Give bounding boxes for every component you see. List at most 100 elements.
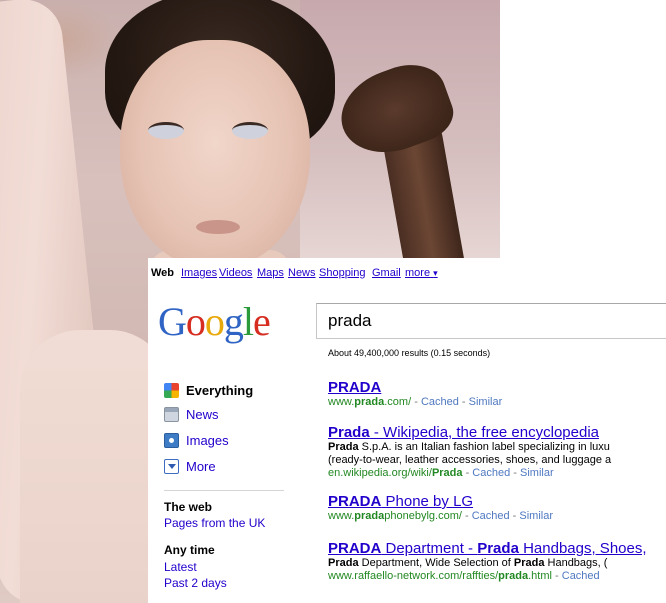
sidebar-item-news[interactable]: News: [164, 404, 219, 424]
sidebar-item-images[interactable]: Images: [164, 430, 229, 450]
more-dropdown-icon: [164, 458, 179, 474]
result-url-row: en.wikipedia.org/wiki/Prada - Cached - S…: [328, 467, 611, 479]
logo-letter: g: [223, 299, 244, 344]
result-snippet: Prada S.p.A. is an Italian fashion label…: [328, 441, 611, 454]
everything-icon: [164, 382, 179, 398]
url-bold: prada: [354, 510, 385, 522]
snippet-rest: S.p.A. is an Italian fashion label speci…: [358, 441, 610, 453]
sidebar-item-label: Images: [186, 432, 229, 448]
result-snippet: Prada Department, Wide Selection of Prad…: [328, 557, 647, 570]
result-url: www.prada.com/: [328, 396, 411, 408]
images-icon: [164, 432, 179, 448]
result-title-bold: PRADA: [328, 540, 382, 557]
url-pre: www.: [328, 510, 355, 522]
photo-eye-left: [148, 122, 184, 139]
result-title-link[interactable]: PRADA Department - Prada Handbags, Shoes…: [328, 540, 647, 557]
result-title-rest: - Wikipedia, the free encyclopedia: [369, 424, 599, 441]
topbar-videos[interactable]: Videos: [219, 267, 252, 279]
url-separator: -: [462, 467, 473, 479]
snippet-rest2: Handbags, (: [544, 557, 608, 569]
sidebar-item-everything[interactable]: Everything: [164, 380, 253, 400]
logo-letter: e: [253, 299, 271, 344]
logo-letter: o: [185, 299, 206, 344]
result-item: Prada - Wikipedia, the free encyclopedia…: [328, 424, 611, 479]
time-filter-past-2-days[interactable]: Past 2 days: [164, 576, 227, 590]
web-heading: The web: [164, 500, 213, 514]
similar-link[interactable]: Similar: [519, 510, 553, 522]
result-url: en.wikipedia.org/wiki/Prada: [328, 467, 463, 479]
cached-link[interactable]: Cached: [472, 467, 510, 479]
logo-letter: o: [204, 299, 225, 344]
result-title-link[interactable]: Prada - Wikipedia, the free encyclopedia: [328, 424, 611, 441]
url-separator: -: [461, 510, 472, 522]
url-post: phonebylg.com/: [384, 510, 462, 522]
topbar-gmail[interactable]: Gmail: [372, 267, 401, 279]
snippet-rest: Department, Wide Selection of: [358, 557, 514, 569]
logo-letter: G: [158, 299, 187, 344]
snippet-bold2: Prada: [513, 557, 545, 569]
snippet-bold: Prada: [328, 441, 359, 453]
url-pre: en.wikipedia.org/wiki/: [328, 467, 432, 479]
sidebar-item-label: Everything: [186, 382, 254, 398]
time-heading: Any time: [164, 543, 215, 557]
topbar-web[interactable]: Web: [151, 267, 174, 279]
pages-from-uk-link[interactable]: Pages from the UK: [164, 516, 265, 530]
google-logo[interactable]: Google: [158, 298, 271, 345]
result-title-link[interactable]: PRADA: [328, 379, 502, 396]
url-separator: -: [411, 396, 421, 408]
photo-face: [120, 40, 310, 270]
search-input[interactable]: [326, 310, 660, 332]
time-filter-latest[interactable]: Latest: [164, 560, 197, 574]
result-title-bold: PRADA: [328, 493, 382, 510]
sidebar-item-label: News: [186, 406, 219, 422]
google-results-panel: Web Images Videos Maps News Shopping Gma…: [148, 258, 666, 603]
topbar-more[interactable]: more ▾: [405, 267, 438, 279]
result-snippet-line2: (ready-to-wear, leather accessories, sho…: [328, 454, 612, 466]
url-pre: www.raffaello-network.com/raffties/: [328, 570, 499, 582]
result-title-bold2: Prada: [477, 540, 519, 557]
photo-mouth: [196, 220, 240, 234]
result-stats: About 49,400,000 results (0.15 seconds): [328, 348, 491, 358]
result-title-bold: Prada: [328, 424, 370, 441]
sidebar-item-more[interactable]: More: [164, 456, 216, 476]
url-bold: prada: [354, 396, 385, 408]
result-url-row: www.raffaello-network.com/raffties/prada…: [328, 570, 647, 582]
topbar-shopping[interactable]: Shopping: [319, 267, 366, 279]
url-pre: www.: [328, 396, 355, 408]
topbar-more-label: more: [405, 267, 431, 279]
url-separator: -: [510, 467, 520, 479]
result-item: PRADA Department - Prada Handbags, Shoes…: [328, 540, 647, 582]
topbar-images[interactable]: Images: [181, 267, 217, 279]
sidebar-item-label: More: [186, 458, 216, 474]
snippet-bold: Prada: [328, 557, 359, 569]
result-item: PRADA www.prada.com/ - Cached - Similar: [328, 379, 502, 408]
url-post: .com/: [384, 396, 412, 408]
result-url-row: www.pradaphonebylg.com/ - Cached - Simil…: [328, 510, 553, 522]
topbar-maps[interactable]: Maps: [257, 267, 284, 279]
similar-link[interactable]: Similar: [469, 396, 503, 408]
result-title-link[interactable]: PRADA Phone by LG: [328, 493, 553, 510]
url-bold: Prada: [431, 467, 463, 479]
search-box[interactable]: [316, 303, 666, 339]
result-item: PRADA Phone by LG www.pradaphonebylg.com…: [328, 493, 553, 522]
url-post: .html: [528, 570, 552, 582]
cached-link[interactable]: Cached: [562, 570, 600, 582]
photo-eye-right: [232, 122, 268, 139]
cached-link[interactable]: Cached: [472, 510, 510, 522]
result-title-mid: Department -: [381, 540, 478, 557]
top-nav-bar: Web Images Videos Maps News Shopping Gma…: [148, 258, 666, 282]
url-bold: prada: [498, 570, 529, 582]
result-title-bold: PRADA: [328, 379, 382, 396]
topbar-news[interactable]: News: [288, 267, 316, 279]
news-icon: [164, 406, 179, 422]
similar-link[interactable]: Similar: [520, 467, 554, 479]
chevron-down-icon: ▾: [433, 268, 438, 278]
url-separator: -: [458, 396, 469, 408]
url-separator: -: [551, 570, 562, 582]
url-separator: -: [509, 510, 520, 522]
logo-letter: l: [242, 299, 254, 344]
result-url-row: www.prada.com/ - Cached - Similar: [328, 396, 502, 408]
result-url: www.raffaello-network.com/raffties/prada…: [328, 570, 552, 582]
cached-link[interactable]: Cached: [421, 396, 459, 408]
result-title-rest: Handbags, Shoes,: [518, 540, 647, 557]
